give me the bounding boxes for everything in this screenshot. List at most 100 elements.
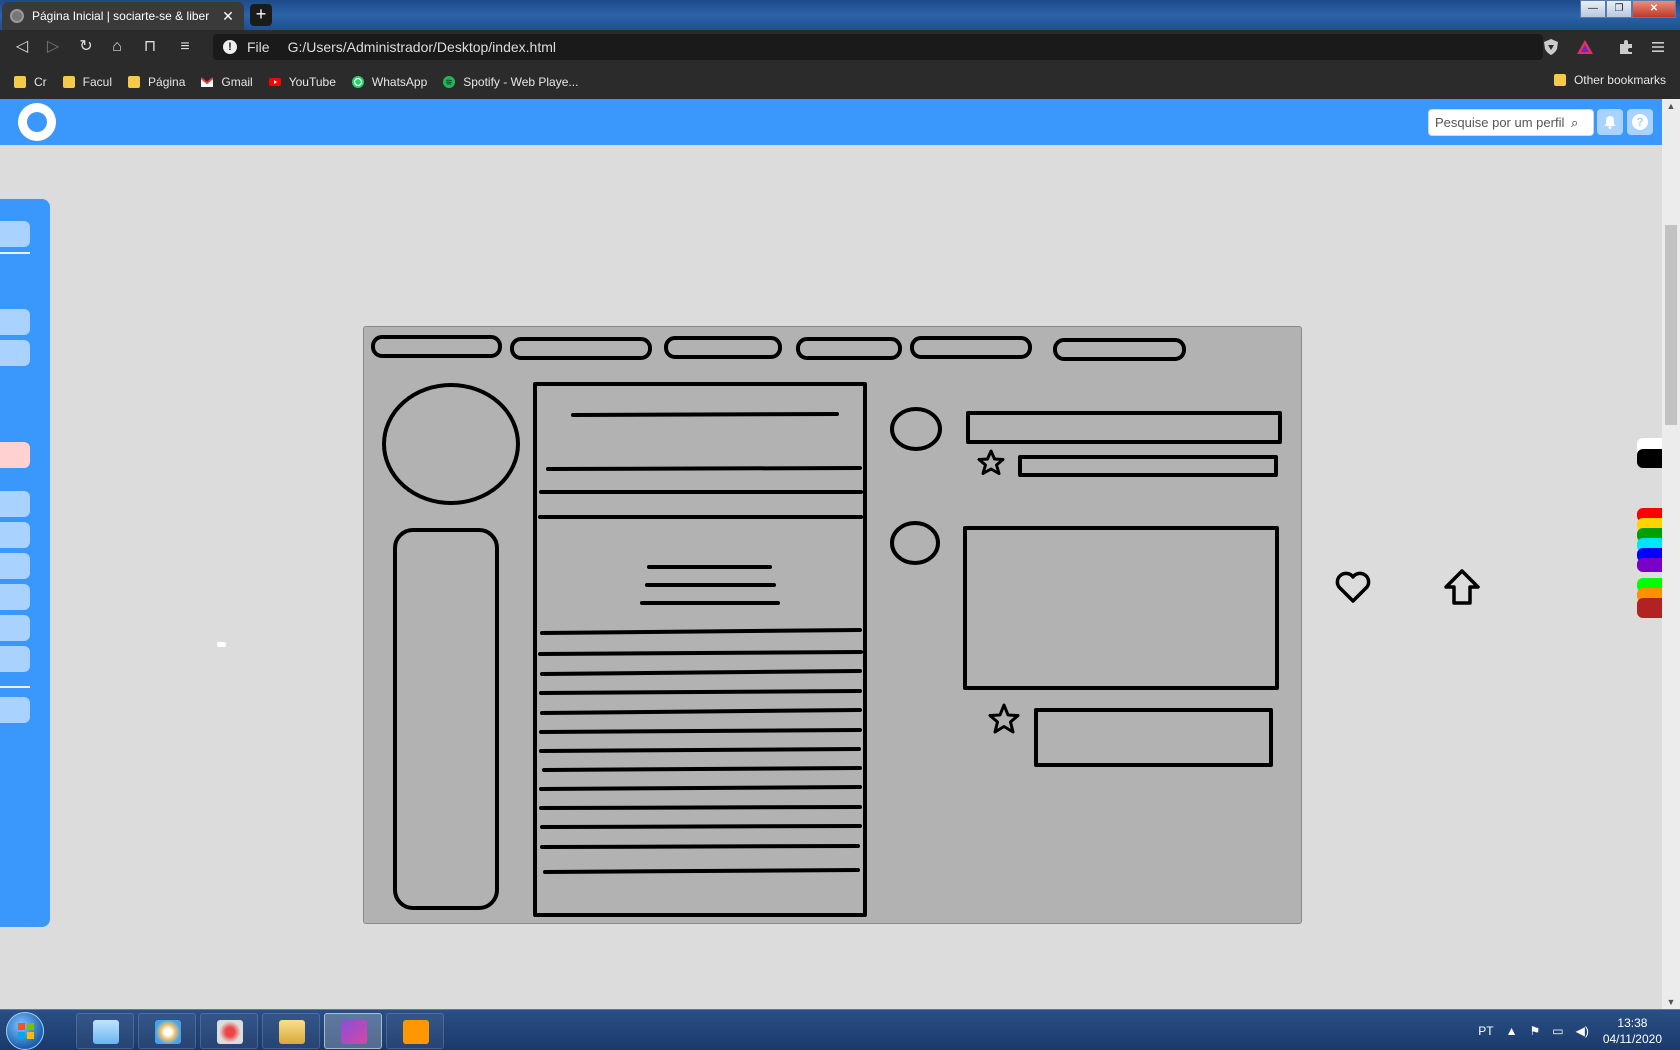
folder-icon [14, 75, 26, 88]
scroll-up-icon[interactable]: ▲ [1662, 101, 1680, 111]
bookmark-youtube[interactable]: YouTube [268, 75, 336, 89]
reader-button[interactable]: ≡ [175, 37, 195, 57]
youtube-icon [268, 77, 281, 86]
taskbar-app-files[interactable] [262, 1013, 320, 1049]
bookmark-label: Spotify - Web Playe... [463, 74, 579, 89]
triangle-alert-icon[interactable] [1576, 38, 1594, 56]
sketch-line [540, 844, 860, 849]
whatsapp-icon [351, 75, 364, 88]
taskbar-app-paint[interactable] [138, 1013, 196, 1049]
sidebar-item[interactable] [0, 553, 30, 579]
brave-icon [341, 1020, 367, 1044]
sketch-line [543, 868, 860, 874]
wireframe-sketch [371, 335, 1282, 917]
sketch-avatar [382, 383, 520, 505]
taskbar-app-sublime[interactable] [386, 1013, 444, 1049]
bookmark-whatsapp[interactable]: WhatsApp [351, 75, 427, 89]
shield-icon[interactable] [1542, 38, 1560, 56]
sidebar-item[interactable] [0, 615, 30, 641]
forward-button[interactable]: ▷ [43, 37, 63, 57]
sidebar-item[interactable] [0, 309, 30, 335]
scroll-down-icon[interactable]: ▼ [1662, 997, 1680, 1007]
palette-purple[interactable] [1637, 558, 1662, 572]
heart-icon[interactable] [1333, 567, 1373, 607]
sketch-tab [664, 336, 782, 359]
site-header: ⌕ ? [0, 99, 1662, 145]
sidebar-divider [0, 252, 30, 254]
minimize-button[interactable]: — [1580, 0, 1606, 18]
sidebar-item[interactable] [0, 646, 30, 672]
bookmark-facul[interactable]: Facul [62, 75, 112, 89]
palette-black[interactable] [1637, 449, 1662, 468]
arrow-up-icon[interactable] [1442, 567, 1482, 607]
url-scheme: File [247, 39, 270, 55]
sidebar-item[interactable] [0, 584, 30, 610]
os-taskbar: PT ▲ ⚑ ▭ ◀) 13:38 04/11/2020 [0, 1009, 1680, 1050]
sidebar-item[interactable] [0, 491, 30, 517]
sketch-post-avatar [890, 521, 940, 565]
other-bookmarks-label: Other bookmarks [1573, 73, 1666, 87]
taskbar-app-brave[interactable] [324, 1013, 382, 1049]
browser-toolbar: ◁ ▷ ↻ ⌂ ⊓ ≡ ! File G:/Users/Administrado… [0, 30, 1680, 64]
profile-search: ⌕ [1428, 109, 1594, 136]
sketch-line [540, 824, 862, 829]
windows-logo-icon [18, 1023, 34, 1039]
browser-tab[interactable]: Página Inicial | sociarte-se & liber ✕ [2, 2, 244, 30]
sketch-post-box [1034, 708, 1273, 767]
bookmark-label: Cr [34, 74, 47, 89]
bookmark-spotify[interactable]: Spotify - Web Playe... [443, 75, 578, 89]
site-logo[interactable] [18, 103, 56, 141]
network-icon[interactable]: ▭ [1552, 1024, 1563, 1038]
back-button[interactable]: ◁ [12, 37, 32, 57]
menu-icon[interactable] [1649, 38, 1667, 56]
bookmark-pagina[interactable]: Página [128, 75, 185, 89]
language-indicator[interactable]: PT [1478, 1024, 1493, 1038]
home-button[interactable]: ⌂ [107, 37, 127, 57]
sketch-tab [796, 337, 902, 360]
sidebar-item[interactable] [0, 340, 30, 366]
maximize-button[interactable]: ❐ [1606, 0, 1632, 18]
address-bar[interactable]: ! File G:/Users/Administrador/Desktop/in… [213, 34, 1543, 60]
tray-expand-icon[interactable]: ▲ [1506, 1024, 1518, 1038]
puzzle-icon[interactable] [1617, 38, 1635, 56]
window-controls: — ❐ ✕ [1580, 0, 1676, 18]
bookmark-button[interactable]: ⊓ [140, 37, 160, 57]
volume-icon[interactable]: ◀) [1576, 1024, 1589, 1038]
tab-close-button[interactable]: ✕ [220, 8, 236, 25]
notifications-button[interactable] [1597, 109, 1623, 135]
sidebar-item[interactable] [0, 697, 30, 723]
sketch-post-box [1018, 455, 1278, 477]
folder-icon [62, 75, 75, 88]
sidebar-item[interactable] [0, 522, 30, 548]
help-button[interactable]: ? [1627, 109, 1653, 135]
sketch-line [540, 708, 862, 715]
reload-button[interactable]: ↻ [76, 37, 96, 57]
bookmark-gmail[interactable]: Gmail [201, 75, 253, 89]
spotify-icon [443, 75, 456, 88]
sidebar-item-alert[interactable] [0, 442, 30, 468]
palette-darkred[interactable] [1637, 598, 1662, 618]
clock-date: 04/11/2020 [1602, 1031, 1662, 1046]
window-close-button[interactable]: ✕ [1632, 0, 1676, 18]
info-icon[interactable]: ! [223, 40, 237, 54]
new-tab-button[interactable]: + [250, 4, 272, 26]
taskbar-app-snipping[interactable] [200, 1013, 258, 1049]
paint-icon [155, 1020, 181, 1044]
url-text[interactable]: G:/Users/Administrador/Desktop/index.htm… [288, 39, 556, 55]
sidebar-item[interactable] [0, 221, 30, 247]
network-alert-icon[interactable]: ⚑ [1529, 1024, 1540, 1038]
taskbar-app-explorer[interactable] [76, 1013, 134, 1049]
taskbar-clock[interactable]: 13:38 04/11/2020 [1603, 1015, 1662, 1047]
bookmarks-bar: Cr Facul Página Gmail YouTube WhatsApp S… [0, 64, 1680, 99]
search-icon[interactable]: ⌕ [1571, 115, 1578, 131]
bookmark-cr[interactable]: Cr [14, 75, 47, 89]
scrollbar-thumb[interactable] [1665, 225, 1677, 425]
page-scrollbar[interactable]: ▲ ▼ [1662, 99, 1680, 1009]
folder-icon [128, 75, 141, 88]
start-button[interactable] [6, 1012, 44, 1050]
sketch-line [538, 650, 863, 656]
search-input[interactable] [1435, 115, 1571, 130]
gmail-icon [201, 76, 214, 87]
other-bookmarks[interactable]: Other bookmarks [1553, 73, 1666, 87]
sublime-icon [403, 1020, 429, 1044]
